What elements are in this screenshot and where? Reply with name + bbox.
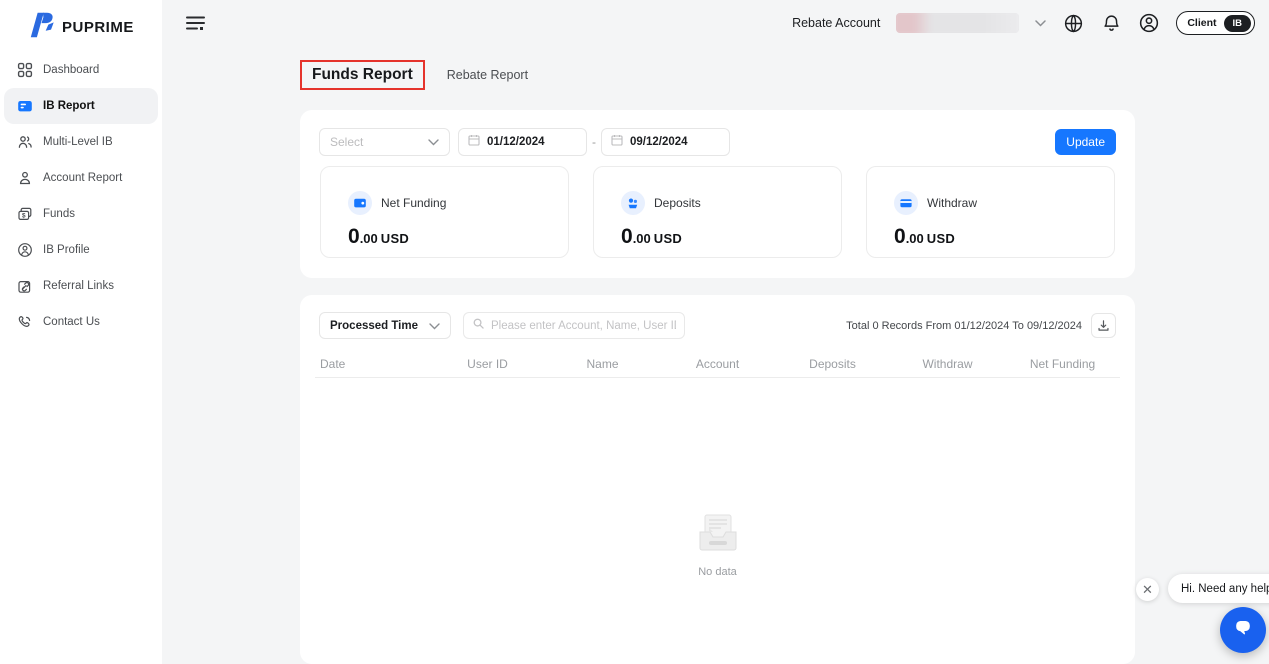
sidebar: PUPRIME Dashboard IB Report Multi-Level … — [0, 0, 162, 664]
chat-bubble-icon — [1231, 616, 1255, 645]
sidebar-item-funds[interactable]: $ Funds — [4, 196, 158, 232]
sidebar-item-label: Contact Us — [43, 316, 100, 328]
calendar-icon — [468, 133, 480, 151]
account-select[interactable]: Select — [319, 128, 450, 156]
table-controls: Processed Time Total 0 Records From 01/1… — [319, 312, 1116, 339]
ib-profile-icon — [16, 242, 33, 259]
chat-close-button[interactable]: ✕ — [1136, 578, 1159, 601]
column-header-net-funding[interactable]: Net Funding — [1005, 357, 1120, 371]
notifications-bell-icon[interactable] — [1100, 12, 1122, 34]
deposits-icon — [621, 191, 645, 215]
rebate-account-value-redacted[interactable] — [896, 13, 1020, 33]
select-placeholder: Select — [330, 135, 364, 149]
card-label: Withdraw — [927, 196, 978, 210]
update-button[interactable]: Update — [1055, 129, 1116, 155]
card-amount: 0.00 USD — [348, 225, 410, 248]
sidebar-item-label: Multi-Level IB — [43, 136, 113, 148]
card-amount: 0.00 USD — [621, 225, 683, 248]
deposits-card: Deposits 0.00 USD — [593, 166, 842, 258]
puprime-logo-icon — [30, 11, 56, 44]
sidebar-item-label: Account Report — [43, 172, 123, 184]
funds-records-panel: Processed Time Total 0 Records From 01/1… — [300, 295, 1135, 664]
net-funding-card: Net Funding 0.00 USD — [320, 166, 569, 258]
column-header-date[interactable]: Date — [315, 357, 430, 371]
sidebar-item-dashboard[interactable]: Dashboard — [4, 52, 158, 88]
contact-us-icon — [16, 314, 33, 331]
card-amount: 0.00 USD — [894, 225, 956, 248]
sidebar-nav: Dashboard IB Report Multi-Level IB Accou… — [0, 52, 162, 340]
no-data-box-icon — [696, 513, 740, 558]
sidebar-item-label: IB Report — [43, 100, 95, 112]
card-label: Deposits — [654, 196, 701, 210]
sidebar-item-label: Funds — [43, 208, 75, 220]
account-chevron-down-icon[interactable] — [1035, 19, 1047, 27]
sidebar-collapse-icon[interactable] — [184, 12, 206, 34]
toggle-ib-label[interactable]: IB — [1223, 14, 1251, 32]
topbar: Rebate Account Client IB — [162, 0, 1269, 46]
report-tabs: Funds Report Rebate Report — [300, 60, 528, 90]
date-from-field[interactable] — [458, 128, 587, 156]
withdraw-icon — [894, 191, 918, 215]
filter-row: Select - Update — [319, 128, 1116, 156]
download-button[interactable] — [1091, 313, 1116, 338]
sidebar-item-label: Referral Links — [43, 280, 114, 292]
date-from-input[interactable] — [487, 136, 571, 148]
search-input[interactable] — [491, 319, 676, 332]
withdraw-card: Withdraw 0.00 USD — [866, 166, 1115, 258]
search-icon — [472, 317, 485, 335]
column-header-name[interactable]: Name — [545, 357, 660, 371]
ib-report-icon — [16, 98, 33, 115]
column-header-account[interactable]: Account — [660, 357, 775, 371]
rebate-account-label: Rebate Account — [792, 16, 881, 30]
column-header-user-id[interactable]: User ID — [430, 357, 545, 371]
tab-funds-report[interactable]: Funds Report — [300, 60, 425, 90]
sidebar-item-label: Dashboard — [43, 64, 100, 76]
calendar-icon — [611, 133, 623, 151]
sidebar-item-account-report[interactable]: Account Report — [4, 160, 158, 196]
close-icon: ✕ — [1142, 581, 1153, 597]
date-to-input[interactable] — [630, 136, 714, 148]
stat-cards: Net Funding 0.00 USD Deposits 0.00 USD W… — [320, 166, 1115, 258]
account-report-icon — [16, 170, 33, 187]
select-chevron-down-icon — [428, 133, 439, 151]
brand-logo: PUPRIME — [0, 0, 162, 44]
date-range-separator: - — [592, 135, 596, 149]
brand-name: PUPRIME — [62, 18, 134, 36]
empty-state: No data — [300, 513, 1135, 578]
multi-level-ib-icon — [16, 134, 33, 151]
no-data-label: No data — [698, 566, 737, 578]
sidebar-item-label: IB Profile — [43, 244, 90, 256]
sort-chevron-down-icon — [429, 317, 440, 335]
column-header-deposits[interactable]: Deposits — [775, 357, 890, 371]
records-summary: Total 0 Records From 01/12/2024 To 09/12… — [846, 319, 1082, 332]
funds-summary-panel: Select - Update — [300, 110, 1135, 278]
search-field[interactable] — [463, 312, 685, 339]
client-ib-toggle[interactable]: Client IB — [1176, 11, 1255, 35]
funds-icon: $ — [16, 206, 33, 223]
column-header-withdraw[interactable]: Withdraw — [890, 357, 1005, 371]
tab-rebate-report[interactable]: Rebate Report — [447, 68, 528, 82]
svg-text:$: $ — [22, 213, 26, 220]
date-to-field[interactable] — [601, 128, 730, 156]
toggle-client-label[interactable]: Client — [1187, 17, 1216, 29]
sidebar-item-ib-profile[interactable]: IB Profile — [4, 232, 158, 268]
sidebar-item-multi-level-ib[interactable]: Multi-Level IB — [4, 124, 158, 160]
card-label: Net Funding — [381, 196, 447, 210]
user-profile-icon[interactable] — [1138, 12, 1160, 34]
sidebar-item-contact-us[interactable]: Contact Us — [4, 304, 158, 340]
sidebar-item-ib-report[interactable]: IB Report — [4, 88, 158, 124]
language-globe-icon[interactable] — [1062, 12, 1084, 34]
table-header-row: Date User ID Name Account Deposits Withd… — [315, 350, 1120, 378]
net-funding-icon — [348, 191, 372, 215]
chat-launcher-button[interactable] — [1220, 607, 1266, 653]
dashboard-icon — [16, 62, 33, 79]
sort-by-select[interactable]: Processed Time — [319, 312, 451, 339]
sidebar-item-referral-links[interactable]: Referral Links — [4, 268, 158, 304]
sort-selected-value: Processed Time — [330, 319, 419, 332]
chat-greeting-bubble[interactable]: Hi. Need any help? — [1168, 574, 1269, 603]
referral-links-icon — [16, 278, 33, 295]
